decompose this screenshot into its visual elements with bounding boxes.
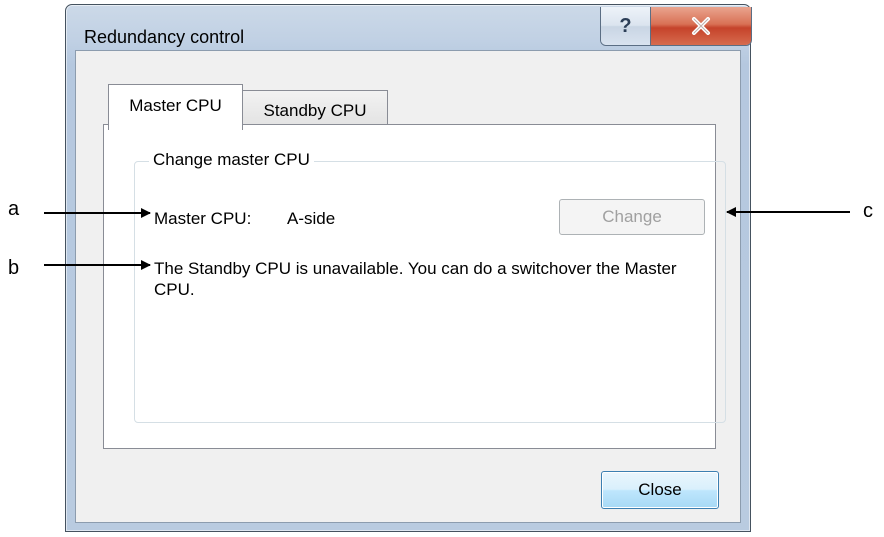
- callout-arrows: [44, 207, 850, 270]
- tab-master-cpu[interactable]: Master CPU: [108, 84, 243, 130]
